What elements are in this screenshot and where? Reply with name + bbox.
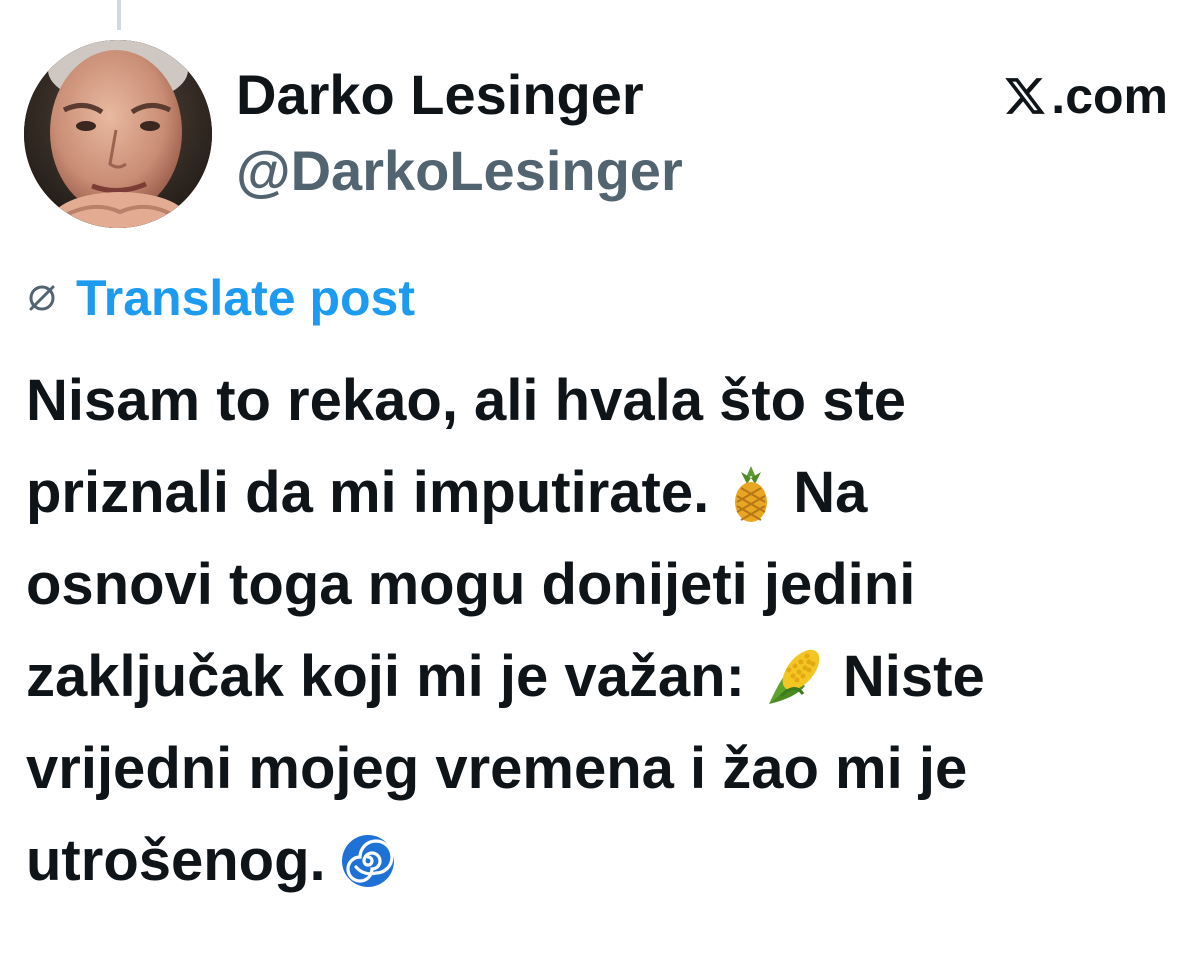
author-display-name[interactable]: Darko Lesinger [236, 62, 683, 128]
post-text-segment: vrijedni mojeg vremena i žao mi je [26, 736, 968, 801]
post-text-segment: osnovi toga mogu donijeti jedini [26, 552, 916, 617]
avatar-photo [24, 40, 212, 228]
post-text-line: osnovi toga mogu donijeti jedini [26, 539, 1176, 631]
pineapple-emoji [723, 462, 779, 524]
globe-icon [22, 278, 62, 318]
post-text-segment: Na [793, 460, 868, 525]
post-text: Nisam to rekao, ali hvala što ste prizna… [26, 355, 1176, 907]
cyclone-emoji [340, 833, 396, 889]
thread-connector-line [117, 0, 121, 30]
author-info: Darko Lesinger @DarkoLesinger [236, 62, 683, 204]
author-handle[interactable]: @DarkoLesinger [236, 138, 683, 204]
post-text-segment: utrošenog. [26, 828, 326, 893]
post-text-line: utrošenog. [26, 815, 1176, 907]
post-text-segment: Nisam to rekao, ali hvala što ste [26, 368, 907, 433]
post-text-segment: priznali da mi imputirate. [26, 460, 710, 525]
corn-emoji [759, 642, 829, 712]
brand-watermark: .com [1003, 66, 1168, 126]
brand-domain-suffix: .com [1051, 68, 1168, 124]
post-text-segment: zaključak koji mi je važan: [26, 644, 745, 709]
x-logo-icon [1003, 74, 1047, 118]
translate-post-link[interactable]: Translate post [22, 268, 415, 328]
post-text-line: vrijedni mojeg vremena i žao mi je [26, 723, 1176, 815]
post-text-line: priznali da mi imputirate. Na [26, 447, 1176, 539]
avatar[interactable] [24, 40, 212, 228]
translate-post-label[interactable]: Translate post [76, 268, 415, 328]
post-text-line: Nisam to rekao, ali hvala što ste [26, 355, 1176, 447]
post-text-line: zaključak koji mi je važan: Niste [26, 631, 1176, 723]
post-text-segment: Niste [842, 644, 985, 709]
